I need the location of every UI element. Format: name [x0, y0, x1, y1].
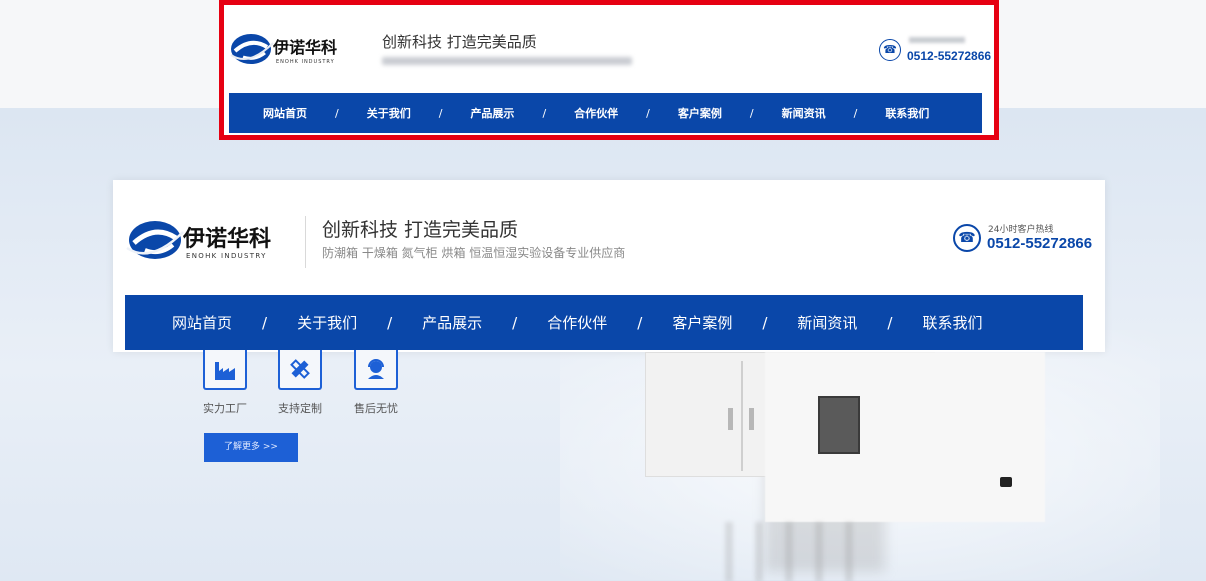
header-slogan: 创新科技 打造完美品质: [382, 33, 537, 51]
nav-separator: /: [762, 313, 768, 332]
nav-separator: /: [262, 313, 268, 332]
cabinet-wheel: [1000, 477, 1012, 487]
hotline-label-blurred: [909, 37, 965, 43]
nav-separator: /: [887, 313, 893, 332]
cabinet-window: [818, 396, 860, 454]
phone-number[interactable]: 0512-55272866: [907, 49, 991, 63]
header-subtitle: 防潮箱 干燥箱 氮气柜 烘箱 恒温恒湿实验设备专业供应商: [322, 246, 626, 260]
nav-item-contact[interactable]: 联系我们: [922, 312, 982, 333]
nav-item-cases[interactable]: 客户案例: [672, 312, 732, 333]
nav-item-news[interactable]: 新闻资讯: [797, 312, 857, 333]
hotline-label: 24小时客户热线: [988, 225, 1054, 235]
feature-item: 售后无忧: [354, 350, 414, 416]
feature-item: 支持定制: [278, 350, 338, 416]
nav-separator: /: [542, 106, 547, 120]
factory-icon: [203, 350, 247, 390]
nav-item-contact[interactable]: 联系我们: [885, 105, 929, 121]
nav-item-partners[interactable]: 合作伙伴: [547, 312, 607, 333]
highlighted-header-thumbnail: 伊诺华科 ENOHK INDUSTRY 创新科技 打造完美品质 ☎ 0512-5…: [219, 0, 999, 140]
nav-item-cases[interactable]: 客户案例: [678, 105, 722, 121]
nav-separator: /: [749, 106, 754, 120]
header-slogan: 创新科技 打造完美品质: [322, 219, 519, 241]
header-subtitle-blurred: [382, 57, 632, 65]
nav-item-home[interactable]: 网站首页: [172, 312, 232, 333]
logo-e-icon: 伊诺华科 ENOHK INDUSTRY: [230, 34, 337, 65]
nav-item-products[interactable]: 产品展示: [470, 105, 514, 121]
nav-separator: /: [335, 106, 339, 120]
feature-label: 支持定制: [278, 402, 322, 415]
cabinet-right-body: [765, 352, 1045, 522]
support-agent-icon: [354, 350, 398, 390]
svg-text:ENOHK INDUSTRY: ENOHK INDUSTRY: [186, 252, 267, 260]
zoomed-header: 伊诺华科 ENOHK INDUSTRY 创新科技 打造完美品质 防潮箱 干燥箱 …: [113, 180, 1105, 352]
learn-more-button[interactable]: 了解更多 >>: [204, 433, 298, 462]
pencil-ruler-icon: [278, 350, 322, 390]
main-navigation-small: 网站首页 / 关于我们 / 产品展示 / 合作伙伴 / 客户案例 / 新闻资讯 …: [229, 93, 982, 133]
feature-label: 售后无忧: [354, 402, 398, 415]
nav-item-home[interactable]: 网站首页: [263, 105, 307, 121]
svg-text:伊诺华科: 伊诺华科: [182, 226, 271, 252]
nav-item-news[interactable]: 新闻资讯: [782, 105, 826, 121]
nav-item-products[interactable]: 产品展示: [422, 312, 482, 333]
nav-item-about[interactable]: 关于我们: [367, 105, 411, 121]
svg-text:伊诺华科: 伊诺华科: [272, 38, 337, 57]
product-image-drying-cabinet: [645, 352, 1045, 581]
nav-item-partners[interactable]: 合作伙伴: [574, 105, 618, 121]
nav-separator: /: [853, 106, 858, 120]
phone-icon: ☎: [953, 224, 981, 252]
feature-label: 实力工厂: [203, 402, 247, 415]
nav-separator: /: [646, 106, 650, 120]
nav-separator: /: [637, 313, 643, 332]
nav-separator: /: [387, 313, 393, 332]
header-divider: [305, 216, 306, 268]
nav-separator: /: [512, 313, 518, 332]
svg-text:ENOHK INDUSTRY: ENOHK INDUSTRY: [276, 59, 335, 65]
logo-e-icon: 伊诺华科 ENOHK INDUSTRY: [126, 221, 271, 260]
phone-number[interactable]: 0512-55272866: [987, 235, 1092, 252]
nav-separator: /: [438, 106, 443, 120]
site-logo[interactable]: 伊诺华科 ENOHK INDUSTRY: [125, 212, 295, 272]
nav-item-about[interactable]: 关于我们: [297, 312, 357, 333]
site-logo[interactable]: 伊诺华科 ENOHK INDUSTRY: [229, 27, 364, 75]
main-navigation: 网站首页 / 关于我们 / 产品展示 / 合作伙伴 / 客户案例 / 新闻资讯 …: [125, 295, 1083, 350]
feature-item: 实力工厂: [203, 350, 263, 416]
phone-icon: ☎: [879, 39, 901, 61]
